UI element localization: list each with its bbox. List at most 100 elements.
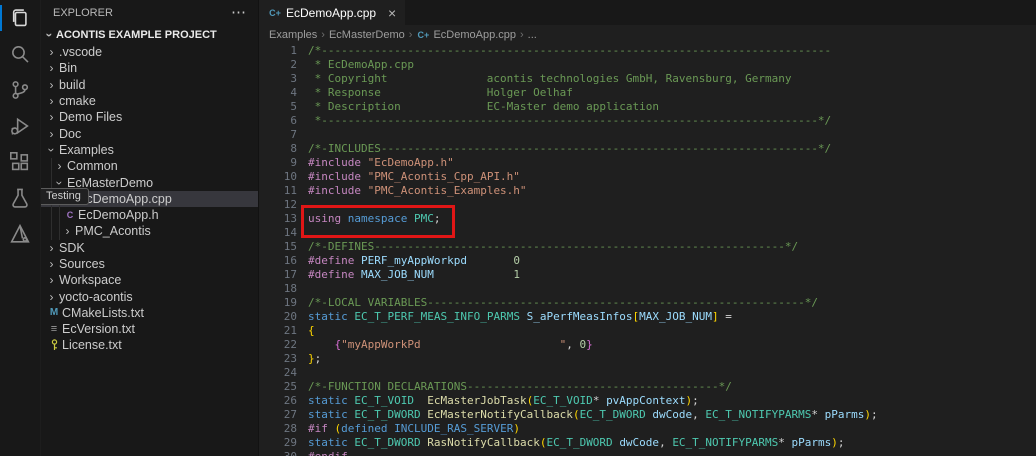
tab-ecdemoapp-cpp[interactable]: C+ EcDemoApp.cpp × <box>259 0 405 25</box>
code-line-25[interactable]: 25/*-FUNCTION DECLARATIONS--------------… <box>259 380 1036 394</box>
code-token <box>308 338 335 351</box>
tree-item-ecversion-txt[interactable]: ≡EcVersion.txt <box>41 321 258 337</box>
code-line-2[interactable]: 2 * EcDemoApp.cpp <box>259 58 1036 72</box>
close-icon[interactable]: × <box>388 6 396 20</box>
code-line-30[interactable]: 30#endif <box>259 450 1036 456</box>
tree-item-ecdemoapp-h[interactable]: CEcDemoApp.h <box>41 207 258 223</box>
chevron-right-icon: › <box>45 241 58 255</box>
project-root-label: ACONTIS EXAMPLE PROJECT <box>56 29 217 41</box>
code-line-1[interactable]: 1/*-------------------------------------… <box>259 44 1036 58</box>
line-number: 21 <box>259 324 297 338</box>
code-line-12[interactable]: 12 <box>259 198 1036 212</box>
code-token: MAX_JOB_NUM <box>639 310 712 323</box>
code-token: RasNotifyCallback <box>427 436 540 449</box>
sidebar-more-actions-icon[interactable]: ⋯ <box>231 8 246 18</box>
code-token: /*-INCLUDES-----------------------------… <box>308 142 831 155</box>
code-line-22[interactable]: 22 {"myAppWorkPd ", 0} <box>259 338 1036 352</box>
tree-item-build[interactable]: ›build <box>41 77 258 93</box>
code-line-26[interactable]: 26static EC_T_VOID EcMasterJobTask(EC_T_… <box>259 394 1036 408</box>
tree-item-workspace[interactable]: ›Workspace <box>41 272 258 288</box>
code-token: ; <box>838 436 845 449</box>
code-token: ] <box>712 310 719 323</box>
activity-item-cmake-tools[interactable] <box>0 216 40 252</box>
tree-item-label: PMC_Acontis <box>75 224 151 238</box>
code-editor[interactable]: 1/*-------------------------------------… <box>259 44 1036 456</box>
activity-item-search[interactable] <box>0 36 40 72</box>
code-line-10[interactable]: 10#include "PMC_Acontis_Cpp_API.h" <box>259 170 1036 184</box>
breadcrumb-item-examples[interactable]: Examples <box>269 29 317 41</box>
tab-label: EcDemoApp.cpp <box>286 6 376 20</box>
code-line-13[interactable]: 13using namespace PMC; <box>259 212 1036 226</box>
code-token: ) <box>513 422 520 435</box>
code-line-16[interactable]: 16#define PERF_myAppWorkpd 0 <box>259 254 1036 268</box>
code-line-21[interactable]: 21{ <box>259 324 1036 338</box>
tree-item--vscode[interactable]: ›.vscode <box>41 44 258 60</box>
code-line-19[interactable]: 19/*-LOCAL VARIABLES--------------------… <box>259 296 1036 310</box>
code-token: PMC <box>414 212 434 225</box>
breadcrumb-item-ecdemoapp-cpp[interactable]: C+EcDemoApp.cpp <box>416 29 516 41</box>
code-token: dwCode <box>652 408 692 421</box>
code-line-7[interactable]: 7 <box>259 128 1036 142</box>
code-line-3[interactable]: 3 * Copyright acontis technologies GmbH,… <box>259 72 1036 86</box>
code-token <box>414 394 427 407</box>
chevron-right-icon: › <box>45 61 58 75</box>
activity-item-testing[interactable] <box>0 180 40 216</box>
code-line-5[interactable]: 5 * Description EC-Master demo applicati… <box>259 100 1036 114</box>
tree-item-doc[interactable]: ›Doc <box>41 125 258 141</box>
line-number: 3 <box>259 72 297 86</box>
code-token: * <box>778 436 791 449</box>
tree-item-yocto-acontis[interactable]: ›yocto-acontis <box>41 288 258 304</box>
activity-item-run-and-debug[interactable] <box>0 108 40 144</box>
code-line-17[interactable]: 17#define MAX_JOB_NUM 1 <box>259 268 1036 282</box>
tree-item-cmake[interactable]: ›cmake <box>41 93 258 109</box>
code-token: * <box>593 394 606 407</box>
chevron-right-icon: › <box>45 94 58 108</box>
code-token: = <box>719 310 732 323</box>
code-line-15[interactable]: 15/*-DEFINES----------------------------… <box>259 240 1036 254</box>
code-token: EC_T_DWORD <box>580 408 646 421</box>
activity-item-explorer[interactable] <box>0 0 40 36</box>
code-token: #define <box>308 268 354 281</box>
code-token: PERF_myAppWorkpd <box>361 254 467 267</box>
breadcrumb-item-ecmasterdemo[interactable]: EcMasterDemo <box>329 29 405 41</box>
tree-item-bin[interactable]: ›Bin <box>41 60 258 76</box>
code-line-14[interactable]: 14 <box>259 226 1036 240</box>
project-root-folder[interactable]: › ACONTIS EXAMPLE PROJECT <box>41 26 258 44</box>
code-line-11[interactable]: 11#include "PMC_Acontis_Examples.h" <box>259 184 1036 198</box>
tree-item-pmc-acontis[interactable]: ›PMC_Acontis <box>41 223 258 239</box>
breadcrumb-item--[interactable]: ... <box>528 29 537 41</box>
tree-item-label: License.txt <box>62 338 122 352</box>
activity-item-source-control[interactable] <box>0 72 40 108</box>
sidebar-title: EXPLORER <box>53 7 113 19</box>
line-number: 12 <box>259 198 297 212</box>
line-number: 14 <box>259 226 297 240</box>
tree-item-license-txt[interactable]: License.txt <box>41 337 258 353</box>
tree-item-examples[interactable]: ›Examples <box>41 142 258 158</box>
code-line-27[interactable]: 27static EC_T_DWORD EcMasterNotifyCallba… <box>259 408 1036 422</box>
code-line-9[interactable]: 9#include "EcDemoApp.h" <box>259 156 1036 170</box>
activity-item-extensions[interactable] <box>0 144 40 180</box>
code-line-23[interactable]: 23}; <box>259 352 1036 366</box>
code-token: "PMC_Acontis_Examples.h" <box>368 184 527 197</box>
tree-item-demo-files[interactable]: ›Demo Files <box>41 109 258 125</box>
code-line-24[interactable]: 24 <box>259 366 1036 380</box>
tree-item-sdk[interactable]: ›SDK <box>41 240 258 256</box>
tree-item-label: .vscode <box>59 45 102 59</box>
code-line-8[interactable]: 8/*-INCLUDES----------------------------… <box>259 142 1036 156</box>
code-line-28[interactable]: 28#if (defined INCLUDE_RAS_SERVER) <box>259 422 1036 436</box>
code-line-4[interactable]: 4 * Response Holger Oelhaf <box>259 86 1036 100</box>
code-line-29[interactable]: 29static EC_T_DWORD RasNotifyCallback(EC… <box>259 436 1036 450</box>
tree-item-common[interactable]: ›Common <box>41 158 258 174</box>
code-line-6[interactable]: 6 *-------------------------------------… <box>259 114 1036 128</box>
tree-item-sources[interactable]: ›Sources <box>41 256 258 272</box>
code-token <box>361 170 368 183</box>
code-token: EcMasterNotifyCallback <box>427 408 573 421</box>
line-number: 24 <box>259 366 297 380</box>
code-line-18[interactable]: 18 <box>259 282 1036 296</box>
code-token <box>434 268 513 281</box>
code-line-20[interactable]: 20static EC_T_PERF_MEAS_INFO_PARMS S_aPe… <box>259 310 1036 324</box>
tree-item-cmakelists-txt[interactable]: MCMakeLists.txt <box>41 305 258 321</box>
code-token: ( <box>573 408 580 421</box>
code-token: /*-LOCAL VARIABLES----------------------… <box>308 296 818 309</box>
code-token: #include <box>308 156 361 169</box>
